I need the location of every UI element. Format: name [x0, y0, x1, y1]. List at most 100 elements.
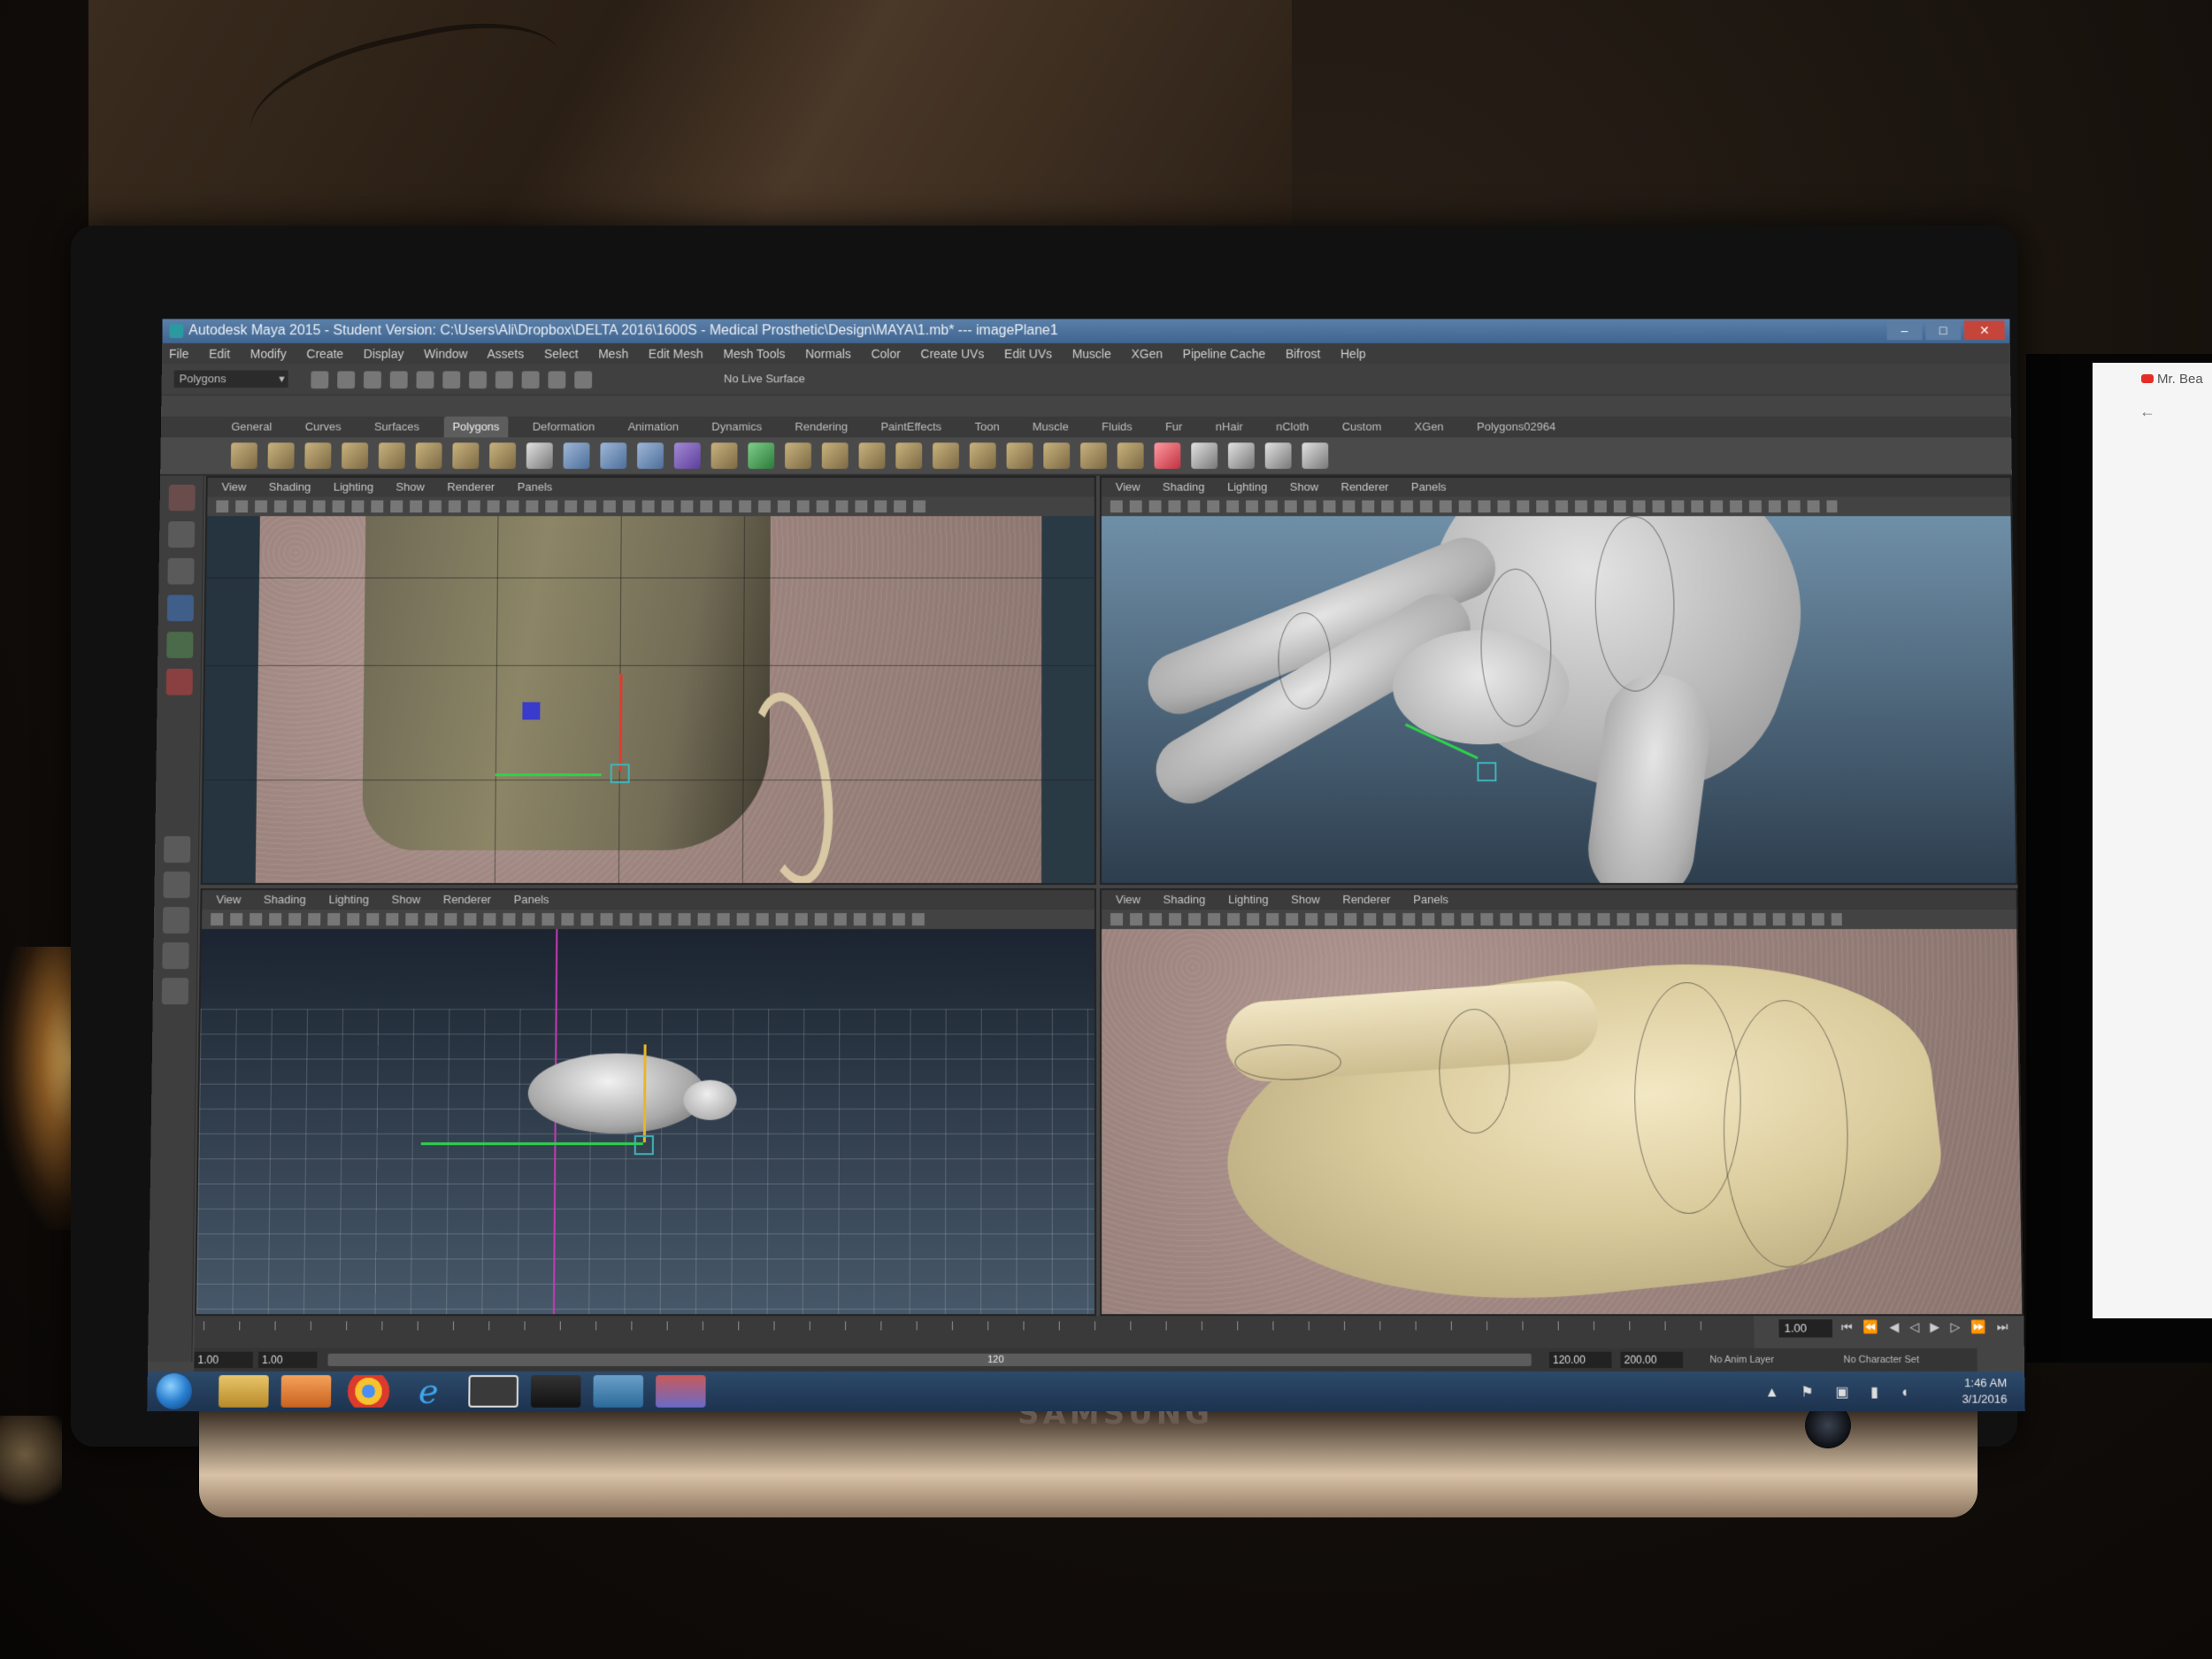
viewport-toolbar[interactable]	[207, 496, 1094, 517]
poly-torus-icon[interactable]	[415, 442, 442, 469]
viewport-toolbar[interactable]	[201, 910, 1095, 930]
shelf-tab-surfaces[interactable]: Surfaces	[365, 417, 428, 438]
vp-menu-panels[interactable]: Panels	[514, 893, 549, 906]
menu-edit-uvs[interactable]: Edit UVs	[1004, 347, 1052, 361]
anim-layer-dropdown[interactable]: No Anim Layer	[1709, 1352, 1774, 1368]
playback-start-field[interactable]: 1.00	[257, 1351, 318, 1369]
step-back-key-icon[interactable]: ⏪	[1863, 1319, 1879, 1334]
snap-point-icon[interactable]	[521, 371, 540, 389]
chrome-icon[interactable]	[343, 1375, 394, 1408]
viewport-perspective[interactable]: View Shading Lighting Show Renderer Pane…	[1099, 475, 2018, 885]
viewport-toolbar[interactable]	[1101, 496, 2011, 517]
shelf-tab-custom[interactable]: Custom	[1333, 417, 1390, 438]
go-to-start-icon[interactable]: ⏮	[1841, 1319, 1853, 1334]
split-polygon-icon[interactable]	[858, 442, 886, 469]
separate-icon[interactable]	[600, 442, 627, 469]
explorer-icon[interactable]	[218, 1375, 269, 1408]
viewport-side[interactable]: View Shading Lighting Show Renderer Pane…	[1100, 887, 2024, 1317]
manipulator-handle[interactable]	[522, 702, 541, 720]
step-back-frame-icon[interactable]: ◀	[1889, 1319, 1899, 1334]
vp-menu-renderer[interactable]: Renderer	[1341, 480, 1389, 494]
shelf-tab-rendering[interactable]: Rendering	[787, 417, 857, 438]
character-set-dropdown[interactable]: No Character Set	[1843, 1352, 1919, 1368]
menu-edit[interactable]: Edit	[209, 347, 230, 361]
poly-soccer-ball-icon[interactable]	[526, 442, 553, 469]
range-bar[interactable]: 120	[327, 1353, 1532, 1367]
media-player-icon[interactable]	[280, 1375, 332, 1408]
vp-menu-lighting[interactable]: Lighting	[1228, 893, 1269, 906]
menu-create-uvs[interactable]: Create UVs	[920, 347, 984, 361]
current-frame-field[interactable]: 1.00	[1778, 1319, 1833, 1338]
go-to-end-icon[interactable]: ⏭	[1997, 1319, 2008, 1334]
shelf-tab-fur[interactable]: Fur	[1156, 417, 1191, 438]
menu-set-dropdown[interactable]: Polygons	[173, 370, 288, 388]
vp-menu-show[interactable]: Show	[396, 480, 424, 494]
bridge-icon[interactable]	[785, 442, 811, 469]
viewport-front[interactable]: View Shading Lighting Show Renderer Pane…	[200, 475, 1097, 885]
step-forward-key-icon[interactable]: ⏩	[1970, 1319, 1986, 1334]
bevel-icon[interactable]	[969, 442, 996, 469]
hand-model-top[interactable]	[527, 1053, 706, 1134]
vp-menu-show[interactable]: Show	[1291, 893, 1320, 906]
insert-edge-loop-icon[interactable]	[895, 442, 923, 469]
system-tray[interactable]: ▲ ⚑ ▣ ▮ ◖	[1764, 1383, 1918, 1401]
vp-menu-view[interactable]: View	[216, 893, 241, 906]
scale-tool-icon[interactable]	[165, 668, 193, 695]
shelf-tab-xgen[interactable]: XGen	[1406, 417, 1453, 438]
back-arrow-icon[interactable]: ←	[2139, 403, 2155, 421]
duplicate-face-icon[interactable]	[1117, 442, 1144, 469]
outliner-layout-icon[interactable]	[161, 978, 189, 1005]
shelf-tab-muscle[interactable]: Muscle	[1024, 417, 1078, 438]
animation-end-field[interactable]: 200.00	[1620, 1351, 1684, 1369]
planar-mapping-icon[interactable]	[1264, 442, 1292, 469]
menu-edit-mesh[interactable]: Edit Mesh	[649, 347, 703, 361]
shelf-tab-polygons[interactable]: Polygons	[443, 416, 509, 438]
menu-xgen[interactable]: XGen	[1132, 347, 1164, 361]
select-component-icon[interactable]	[442, 371, 461, 389]
vp-menu-panels[interactable]: Panels	[1411, 480, 1447, 494]
vp-menu-show[interactable]: Show	[392, 893, 421, 906]
poly-cone-icon[interactable]	[342, 442, 369, 469]
front-view-canvas[interactable]	[202, 516, 1095, 883]
hypershade-layout-icon[interactable]	[162, 942, 189, 970]
triangulate-icon[interactable]	[1191, 442, 1218, 469]
checker-icon[interactable]	[1302, 442, 1329, 469]
save-scene-icon[interactable]	[363, 371, 381, 389]
close-button[interactable]: ✕	[1963, 320, 2005, 341]
vp-menu-lighting[interactable]: Lighting	[334, 480, 373, 494]
menu-select[interactable]: Select	[544, 347, 579, 361]
vp-menu-lighting[interactable]: Lighting	[328, 893, 369, 906]
menu-file[interactable]: File	[169, 347, 189, 361]
shelf-tab-polygons02964[interactable]: Polygons02964	[1468, 417, 1564, 438]
minimize-button[interactable]: –	[1886, 320, 1923, 341]
maya-taskbar-icon[interactable]	[593, 1375, 644, 1408]
internet-explorer-icon[interactable]	[406, 1375, 457, 1408]
snap-grid-icon[interactable]	[469, 371, 488, 389]
menu-assets[interactable]: Assets	[487, 347, 524, 361]
shelf-tab-nhair[interactable]: nHair	[1207, 417, 1252, 438]
poly-plane-icon[interactable]	[378, 442, 405, 469]
movie-maker-icon[interactable]	[530, 1375, 581, 1408]
command-prompt-icon[interactable]	[468, 1375, 519, 1408]
reduce-icon[interactable]	[1154, 442, 1181, 469]
vp-menu-shading[interactable]: Shading	[1164, 893, 1206, 906]
vp-menu-renderer[interactable]: Renderer	[443, 893, 491, 906]
paint-select-tool-icon[interactable]	[167, 557, 195, 585]
vp-menu-renderer[interactable]: Renderer	[1342, 893, 1390, 906]
poke-icon[interactable]	[1043, 442, 1071, 469]
smooth-icon[interactable]	[710, 442, 738, 469]
poly-sphere-icon[interactable]	[230, 442, 257, 469]
system-clock[interactable]: 1:46 AM 3/1/2016	[1962, 1375, 2008, 1408]
step-forward-frame-icon[interactable]: ▷	[1950, 1319, 1960, 1334]
smooth-proxy-icon[interactable]	[673, 442, 701, 469]
poly-pipe-icon[interactable]	[489, 442, 517, 469]
poly-pyramid-icon[interactable]	[452, 442, 480, 469]
play-backwards-icon[interactable]: ◁	[1909, 1319, 1919, 1334]
snap-plane-icon[interactable]	[548, 371, 566, 389]
menu-pipeline-cache[interactable]: Pipeline Cache	[1183, 347, 1265, 361]
vp-menu-lighting[interactable]: Lighting	[1227, 480, 1267, 494]
vp-menu-shading[interactable]: Shading	[1163, 480, 1204, 494]
merge-icon[interactable]	[1006, 442, 1033, 469]
menu-create[interactable]: Create	[306, 347, 343, 361]
append-polygon-icon[interactable]	[821, 442, 849, 469]
